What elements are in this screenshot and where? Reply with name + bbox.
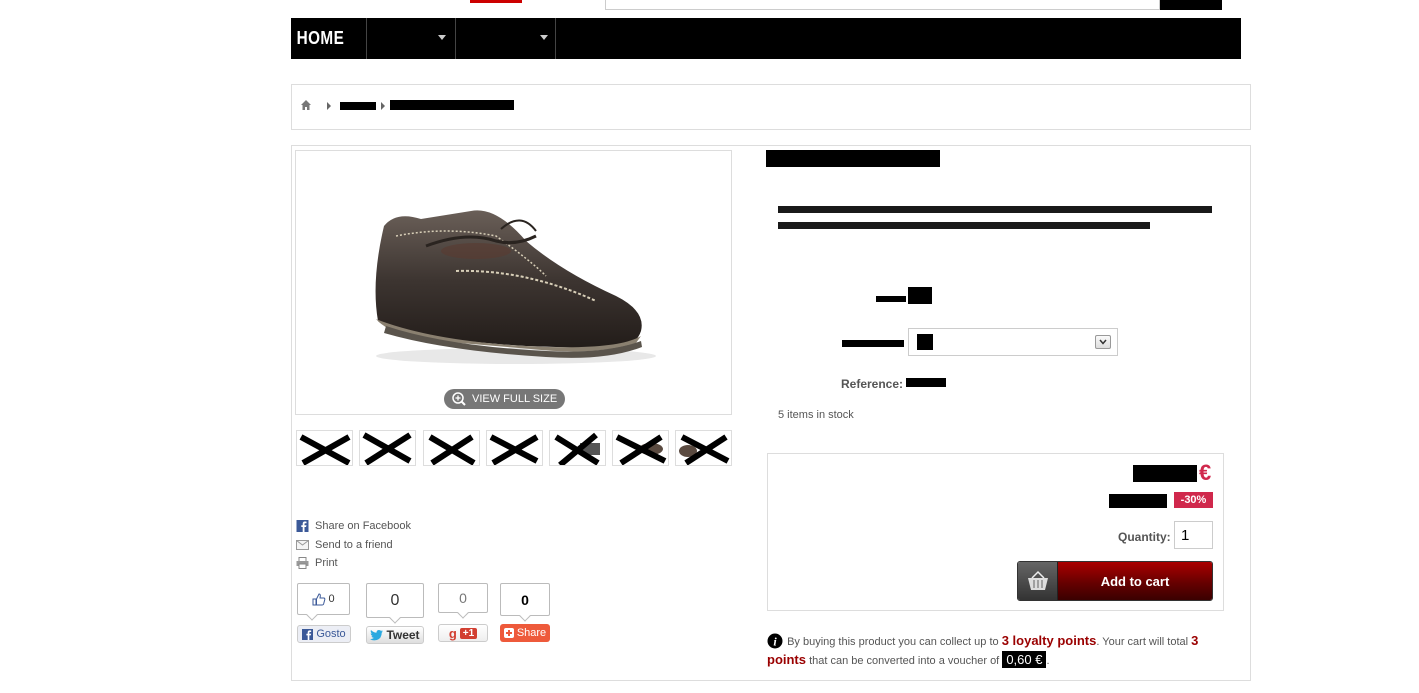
thumbnail[interactable]	[486, 430, 543, 466]
chevron-down-icon	[1099, 339, 1107, 345]
price-value	[1133, 465, 1197, 482]
view-full-size-label: VIEW FULL SIZE	[472, 393, 558, 405]
basket-icon	[1018, 562, 1058, 600]
thumbnail-image	[554, 432, 600, 465]
nav-menu-2[interactable]	[456, 18, 556, 59]
gplus-counter: 0	[438, 583, 488, 619]
add-to-cart-label: Add to cart	[1058, 562, 1212, 600]
attribute-label	[876, 296, 906, 302]
select-arrow[interactable]	[1095, 335, 1111, 349]
basket-glyph	[1027, 570, 1048, 590]
quantity-value: 1	[1181, 526, 1190, 544]
envelope-icon	[296, 540, 309, 550]
chevron-right-icon	[327, 102, 331, 110]
thumbnail-image	[362, 432, 412, 465]
quantity-label: Quantity:	[1118, 530, 1171, 544]
main-nav: HOME	[291, 18, 1241, 59]
thumbnail-image	[299, 434, 351, 465]
thumbnail[interactable]	[423, 430, 480, 466]
product-description-line	[778, 206, 1212, 213]
info-icon: i	[767, 633, 783, 649]
loyalty-text: . Your cart will total	[1096, 636, 1189, 648]
share-label: Share	[516, 627, 547, 639]
thumbnail-image	[428, 434, 476, 465]
size-select[interactable]	[908, 328, 1118, 356]
zoom-icon	[452, 392, 466, 406]
tweet-label: Tweet	[386, 628, 420, 642]
old-price	[1109, 494, 1167, 508]
print-link[interactable]: Print	[296, 557, 338, 569]
share-facebook-label: Share on Facebook	[315, 520, 412, 532]
product-title	[766, 150, 940, 167]
thumbnail[interactable]	[612, 430, 669, 466]
chevron-down-icon	[438, 35, 446, 40]
tweet-count: 0	[390, 591, 400, 609]
google-g-icon: g	[448, 625, 457, 641]
nav-menu-1[interactable]	[367, 18, 456, 59]
search-button[interactable]	[1160, 0, 1222, 10]
nav-home-label: HOME	[296, 28, 345, 48]
loyalty-info: i By buying this product you can collect…	[767, 633, 1199, 668]
nav-home[interactable]: HOME	[291, 18, 367, 59]
twitter-bird-icon	[370, 629, 384, 640]
gplus-button[interactable]: g +1	[438, 624, 488, 642]
thumbnail[interactable]	[359, 430, 416, 466]
like-count: 0	[328, 593, 335, 605]
quantity-input[interactable]: 1	[1174, 521, 1213, 549]
share-counter: 0	[500, 583, 550, 622]
thumbnail-image	[679, 434, 730, 465]
facebook-icon	[302, 628, 314, 640]
thumbnail[interactable]	[296, 430, 353, 466]
product-description-line	[778, 222, 1150, 229]
voucher-value: 0,60 €	[1002, 651, 1047, 668]
size-label	[842, 340, 904, 347]
thumbs-up-icon	[312, 592, 326, 605]
facebook-like-counter: 0	[297, 583, 350, 621]
gplus-count: 0	[459, 590, 467, 606]
discount-badge: -30%	[1174, 492, 1213, 508]
size-selected-value	[917, 334, 933, 350]
facebook-like-button[interactable]: Gosto	[297, 625, 351, 643]
attribute-value[interactable]	[908, 287, 932, 304]
discount-label: -30%	[1180, 494, 1207, 506]
facebook-icon	[296, 520, 309, 532]
like-label: Gosto	[316, 628, 346, 640]
price-currency: €	[1199, 460, 1212, 485]
product-image[interactable]	[295, 150, 732, 415]
thumbnail-image	[615, 434, 667, 465]
send-to-friend-link[interactable]: Send to a friend	[296, 539, 393, 551]
header-link[interactable]	[470, 0, 522, 3]
thumbnail[interactable]	[549, 430, 606, 466]
loyalty-text: By buying this product you can collect u…	[787, 636, 999, 648]
home-icon[interactable]	[300, 99, 312, 111]
printer-icon	[296, 557, 309, 569]
stock-status: 5 items in stock	[778, 409, 854, 421]
gplus-label: +1	[459, 627, 478, 639]
shoe-image	[375, 210, 656, 364]
reference-label: Reference:	[841, 377, 904, 391]
search-input[interactable]	[605, 0, 1160, 10]
tweet-counter: 0	[366, 583, 424, 624]
print-label: Print	[315, 557, 338, 569]
breadcrumb-category[interactable]	[340, 102, 376, 110]
breadcrumb-current	[390, 100, 514, 110]
share-facebook-link[interactable]: Share on Facebook	[296, 520, 411, 532]
thumbnail[interactable]	[675, 430, 732, 466]
share-count: 0	[521, 591, 529, 608]
send-to-friend-label: Send to a friend	[315, 539, 393, 551]
loyalty-text: that can be converted into a voucher of	[809, 655, 1000, 667]
tweet-button[interactable]: Tweet	[366, 626, 424, 644]
plus-icon	[503, 628, 514, 638]
thumbnail-image	[489, 434, 539, 465]
view-full-size-button[interactable]: VIEW FULL SIZE	[444, 389, 565, 409]
chevron-down-icon	[540, 35, 548, 40]
share-button[interactable]: Share	[500, 624, 550, 642]
reference-value	[906, 378, 946, 387]
add-to-cart-button[interactable]: Add to cart	[1017, 561, 1213, 601]
loyalty-points: 3 loyalty points	[1001, 633, 1097, 648]
chevron-right-icon	[381, 102, 385, 110]
